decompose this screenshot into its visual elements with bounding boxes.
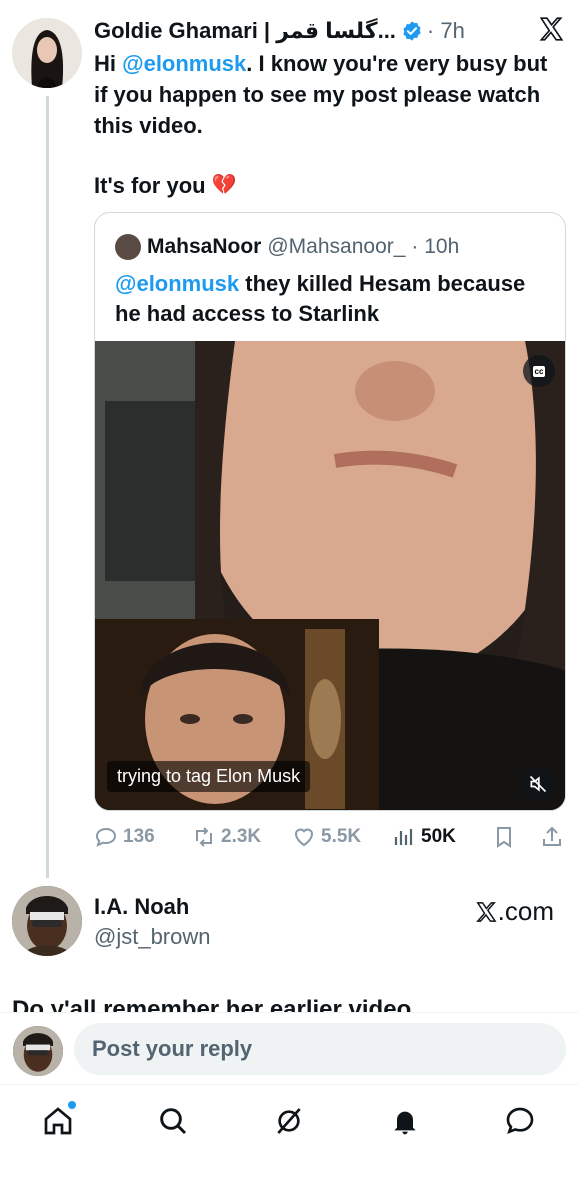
- reply-button[interactable]: 136: [94, 825, 155, 849]
- broken-heart-emoji: 💔: [211, 174, 237, 196]
- bottom-navigation: [0, 1084, 578, 1200]
- heart-icon: [294, 828, 314, 847]
- tweet-body-line2: It's for you 💔: [94, 170, 236, 201]
- muted-speaker-icon: [529, 775, 547, 793]
- tweet-text-line2: It's for you: [94, 173, 206, 198]
- quoted-author-handle: @Mahsanoor_: [267, 235, 406, 258]
- reply-count: 136: [123, 826, 155, 847]
- repost-icon: [196, 827, 212, 847]
- nav-messages[interactable]: [502, 1103, 538, 1139]
- tweet-actions: 136 2.3K 5.5K 50K: [94, 822, 566, 852]
- reply-input[interactable]: Post your reply: [74, 1023, 566, 1075]
- current-user-avatar[interactable]: [13, 1026, 63, 1076]
- nav-grok[interactable]: [271, 1103, 307, 1139]
- reply-bar: Post your reply: [0, 1012, 578, 1084]
- repost-count: 2.3K: [221, 826, 262, 847]
- nav-notifications[interactable]: [387, 1103, 423, 1139]
- views-count: 50K: [421, 826, 456, 847]
- like-button[interactable]: 5.5K: [292, 825, 361, 849]
- quoted-timestamp: · 10h: [411, 235, 460, 258]
- quoted-author-name: MahsaNoor: [147, 235, 262, 258]
- bookmark-button[interactable]: [492, 825, 516, 849]
- reply-icon: [95, 827, 117, 847]
- x-logo-icon: [475, 901, 497, 922]
- author-avatar[interactable]: [12, 18, 82, 88]
- messages-icon: [506, 1107, 534, 1134]
- quoted-tweet-text: @elonmusk they killed Hesam because he h…: [115, 269, 555, 329]
- next-tweet-handle[interactable]: @jst_brown: [94, 924, 211, 950]
- video-caption: trying to tag Elon Musk: [107, 761, 311, 792]
- views-button[interactable]: 50K: [392, 825, 456, 849]
- captions-button[interactable]: cc: [523, 355, 555, 387]
- x-logo-icon[interactable]: [538, 16, 564, 42]
- bookmark-icon: [497, 827, 511, 848]
- tweet-timestamp[interactable]: · 7h: [427, 18, 465, 44]
- views-icon: [394, 829, 413, 845]
- quoted-tweet-header: MahsaNoor @Mahsanoor_ · 10h: [115, 233, 459, 261]
- mute-button[interactable]: [521, 767, 555, 801]
- home-icon: [44, 1107, 72, 1135]
- nav-home[interactable]: [40, 1101, 76, 1139]
- tweet-text-prefix: Hi: [94, 51, 123, 76]
- thread-connector-line: [46, 96, 49, 878]
- verified-badge-icon: [403, 21, 421, 41]
- source-watermark: .com: [475, 896, 554, 927]
- grok-icon: [277, 1108, 301, 1134]
- tweet-header: Goldie Ghamari | گلسا قمر... · 7h: [94, 14, 465, 48]
- nav-search[interactable]: [155, 1103, 191, 1139]
- share-icon: [543, 826, 561, 846]
- repost-button[interactable]: 2.3K: [192, 825, 261, 849]
- next-tweet-avatar[interactable]: [12, 886, 82, 956]
- home-notification-dot: [68, 1101, 76, 1109]
- search-icon: [160, 1108, 187, 1135]
- quoted-tweet-card[interactable]: MahsaNoor @Mahsanoor_ · 10h @elonmusk th…: [94, 212, 566, 811]
- share-button[interactable]: [540, 825, 564, 849]
- source-label: .com: [497, 896, 554, 926]
- next-tweet-author[interactable]: I.A. Noah: [94, 894, 189, 920]
- cc-label: cc: [532, 365, 546, 377]
- next-tweet-text: Do y'all remember her earlier video: [12, 996, 412, 1012]
- mention-link[interactable]: @elonmusk: [122, 51, 246, 76]
- like-count: 5.5K: [321, 826, 362, 847]
- quoted-author-avatar: [115, 234, 141, 260]
- quoted-mention-link[interactable]: @elonmusk: [115, 271, 239, 296]
- tweet-body: Hi @elonmusk. I know you're very busy bu…: [94, 48, 564, 141]
- notifications-icon: [394, 1111, 416, 1135]
- author-display-name[interactable]: Goldie Ghamari | گلسا قمر...: [94, 18, 396, 44]
- video-player[interactable]: cc trying to tag Elon Musk: [95, 341, 565, 810]
